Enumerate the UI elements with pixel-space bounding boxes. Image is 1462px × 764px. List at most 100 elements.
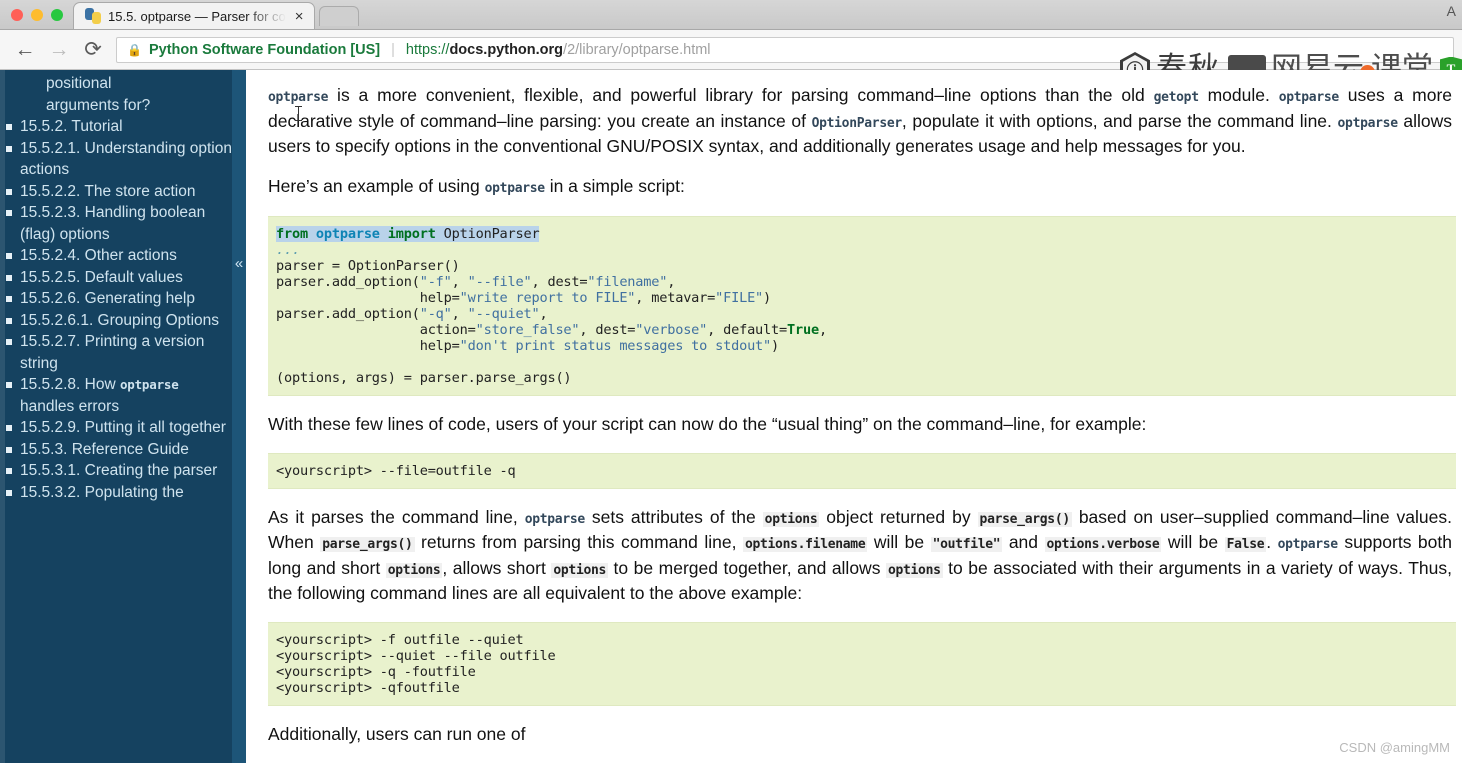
browser-tab[interactable]: 15.5. optparse — Parser for co × [73,2,315,29]
sidebar-item-label: 15.5.2.6. Generating help [20,290,195,307]
sidebar-navigation[interactable]: « positional arguments for? 15.5.2. Tuto… [0,70,246,763]
inline-code: options [885,562,943,578]
sidebar-list: 15.5.2. Tutorial 15.5.2.1. Understanding … [6,116,236,503]
window-corner-label: A [1446,3,1456,19]
bullet-icon [6,145,12,152]
security-label: Python Software Foundation [US] [148,41,381,58]
sidebar-scrollbar[interactable] [0,70,5,763]
sidebar-item-label: 15.5.2.5. Default values [20,268,183,286]
new-tab-button[interactable] [318,6,359,26]
csdn-watermark: CSDN @amingMM [1339,740,1450,755]
inline-code: options [551,562,609,578]
maximize-window-button[interactable] [51,9,63,21]
sidebar-item-label: 15.5.2.4. Other actions [20,247,177,264]
code-block-commandline: <yourscript> --file=outfile -q [268,452,1456,489]
inline-code: optparse [484,180,546,196]
sidebar-item-label: 15.5.2.8. How optparse handles errors [20,376,179,415]
minimize-window-button[interactable] [31,9,43,21]
inline-code: optparse [524,511,586,527]
inline-code: options.filename [742,537,868,552]
bullet-icon [6,446,12,453]
tab-title: 15.5. optparse — Parser for co [108,8,286,24]
lock-icon: 🔒 [127,42,142,57]
paragraph-additionally: Additionally, users can run one of [268,723,526,744]
sidebar-item-label: 15.5.2.2. The store action [20,182,196,200]
sidebar-item[interactable]: 15.5.3.2. Populating the [6,482,236,504]
inline-code: options [385,562,443,578]
paragraph-attributes: As it parses the command line, optparse … [268,506,1453,604]
navigation-toolbar: ← → ⟳ 🔒 Python Software Foundation [US] … [0,30,1462,85]
bullet-icon [6,489,12,496]
url-host: docs.python.org [449,41,564,58]
sidebar-item-label: 15.5.2.6.1. Grouping Options [20,311,220,329]
code-block-example: from optparse import OptionParser ... pa… [268,106,1456,396]
tab-strip: 15.5. optparse — Parser for co × A [0,0,1462,30]
inline-code: optparse [1278,90,1340,105]
paragraph-intro: optparse is a more convenient, flexible,… [268,85,1453,156]
bullet-icon [6,382,12,388]
paragraph-example-lead: Here’s an example of using optparse in a… [268,175,685,196]
reload-icon[interactable]: ⟳ [76,33,110,67]
sidebar-item[interactable]: 15.5.2.3. Handling boolean (flag) option… [6,202,236,245]
inline-code: getopt [1153,90,1199,105]
python-logo-icon [85,8,101,24]
inline-code: False [1224,537,1267,552]
sidebar-item-label: 15.5.3.2. Populating the [20,483,184,501]
sidebar-item-label: 15.5.2.1. Understanding option actions [20,139,232,179]
sidebar-item[interactable]: 15.5.2.2. The store action [6,181,236,203]
sidebar-item-label: 15.5.2.7. Printing a version string [20,333,205,372]
page-body: « positional arguments for? 15.5.2. Tuto… [0,70,1462,763]
forward-icon[interactable]: → [42,33,76,67]
sidebar-items: positional arguments for? 15.5.2. Tutori… [0,73,246,503]
inline-code: "outfile" [930,537,1003,552]
url-scheme: https:// [405,41,450,58]
bullet-icon [6,124,12,130]
code-block-equivalents: <yourscript> -f outfile --quiet <yourscr… [268,621,1456,706]
content-bottom-mask [246,757,1462,763]
address-separator: | [391,41,395,58]
browser-window: 15.5. optparse — Parser for co × A ← → ⟳… [0,0,1462,764]
bullet-icon [6,468,12,474]
bullet-icon [6,274,12,281]
sidebar-item-label: 15.5.2.3. Handling boolean (flag) option… [20,204,206,243]
sidebar-item[interactable]: 15.5.2.1. Understanding option actions [6,138,236,181]
sidebar-item[interactable]: 15.5.2.9. Putting it all together [6,417,236,439]
sidebar-item-label: 15.5.2. Tutorial [20,118,123,135]
sidebar-item[interactable]: 15.5.2.5. Default values [6,267,236,289]
sidebar-item[interactable]: 15.5.2.6. Generating help [6,288,236,310]
sidebar-orphan-line-2: arguments for? [46,96,151,114]
sidebar-item[interactable]: 15.5.2.7. Printing a version string [6,331,236,374]
sidebar-item[interactable]: 15.5.3. Reference Guide [6,439,236,461]
bullet-icon [6,317,12,324]
paragraph-usual-thing: With these few lines of code, users of y… [268,414,1147,434]
bullet-icon [6,339,12,345]
sidebar-item-label: 15.5.3. Reference Guide [20,440,189,458]
sidebar-orphan-line-1: positional [46,75,112,92]
back-icon[interactable]: ← [8,33,42,67]
sidebar-item[interactable]: 15.5.2.6.1. Grouping Options [6,310,236,332]
sidebar-item-label: 15.5.2.9. Putting it all together [20,419,226,436]
inline-code: optparse [268,90,329,105]
sidebar-item[interactable]: 15.5.2.4. Other actions [6,245,236,267]
sidebar-item[interactable]: 15.5.3.1. Creating the parser [6,460,236,482]
inline-code: optparse [1277,537,1339,552]
url-text: https://docs.python.org/2/library/optpar… [406,42,711,58]
sidebar-item[interactable]: 15.5.2.8. How optparse handles errors [6,374,236,417]
sidebar-item[interactable]: 15.5.2. Tutorial [6,116,236,138]
bullet-icon [6,425,12,431]
url-path: /2/library/optparse.html [563,41,711,58]
inline-code: options.verbose [1044,537,1162,552]
sidebar-collapse-button[interactable]: « [232,250,246,276]
inline-code: OptionParser [811,115,903,131]
document-content: optparse is a more convenient, flexible,… [246,70,1462,763]
window-controls[interactable] [0,9,73,29]
inline-code: optparse [1337,115,1399,131]
bullet-icon [6,188,12,195]
close-icon[interactable]: × [293,9,306,24]
inline-code: parse_args() [320,537,415,552]
bullet-icon [6,296,12,302]
address-bar[interactable]: 🔒 Python Software Foundation [US] | http… [116,36,1454,63]
inline-code: parse_args() [977,511,1072,527]
bullet-icon [6,253,12,259]
close-window-button[interactable] [11,9,23,21]
